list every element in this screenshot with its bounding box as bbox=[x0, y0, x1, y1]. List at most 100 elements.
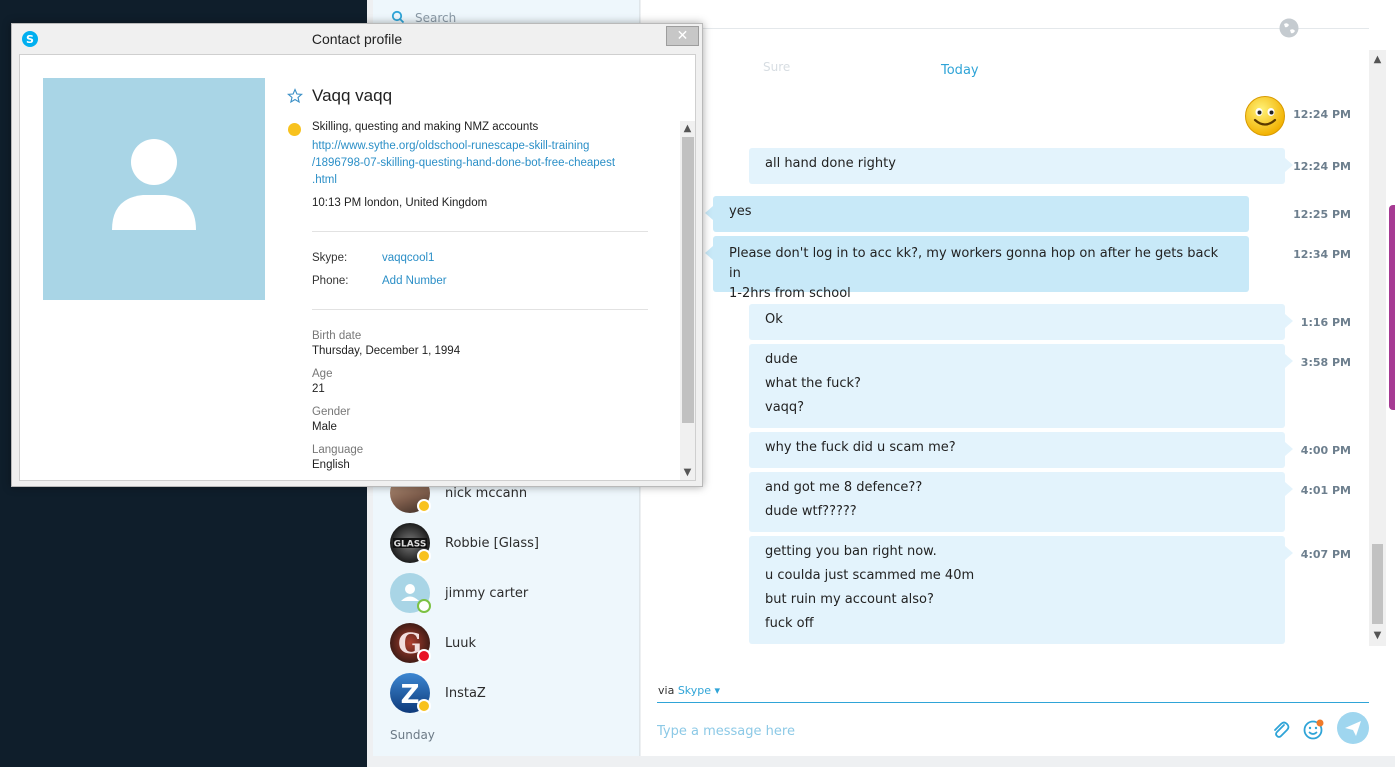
message-bubble-mine: and got me 8 defence?? dude wtf????? bbox=[749, 472, 1293, 532]
age-value: 21 bbox=[312, 383, 325, 395]
chevron-down-icon[interactable]: ▾ bbox=[715, 684, 721, 697]
away-status-icon bbox=[417, 699, 431, 713]
message-text: what the fuck? bbox=[765, 376, 861, 391]
message-timestamp: 3:58 PM bbox=[1300, 356, 1351, 369]
scrollbar-thumb[interactable] bbox=[1372, 544, 1383, 624]
message-timestamp: 4:00 PM bbox=[1300, 444, 1351, 457]
via-service-name[interactable]: Skype bbox=[678, 684, 711, 697]
message-bubble-mine: all hand done righty bbox=[749, 148, 1293, 184]
age-label: Age bbox=[312, 368, 333, 380]
message-text: dude wtf????? bbox=[765, 504, 857, 519]
contact-profile-dialog: S Contact profile ✕ Vaqq vaqq Skilling, … bbox=[11, 23, 703, 487]
favorite-star-icon[interactable] bbox=[287, 88, 303, 104]
message-text: and got me 8 defence?? bbox=[765, 480, 923, 495]
contact-item-jimmy-carter[interactable]: jimmy carter bbox=[373, 568, 640, 618]
via-prefix: via bbox=[658, 684, 675, 697]
birth-date-value: Thursday, December 1, 1994 bbox=[312, 345, 461, 357]
message-timestamp: 4:01 PM bbox=[1300, 484, 1351, 497]
language-label: Language bbox=[312, 444, 364, 456]
gender-value: Male bbox=[312, 421, 337, 433]
message-text: dude bbox=[765, 352, 798, 367]
away-status-icon bbox=[417, 499, 431, 513]
svg-text:GLASS: GLASS bbox=[394, 540, 427, 550]
smile-emoticon-icon bbox=[1245, 96, 1285, 136]
skype-label: Skype: bbox=[312, 252, 348, 264]
gender-label: Gender bbox=[312, 406, 351, 418]
message-text: Ok bbox=[765, 312, 783, 327]
phone-label: Phone: bbox=[312, 275, 349, 287]
default-user-icon bbox=[112, 139, 196, 230]
scroll-up-arrow-icon[interactable]: ▲ bbox=[1372, 54, 1383, 66]
busy-status-icon bbox=[417, 649, 431, 663]
compose-divider bbox=[657, 702, 1369, 703]
skype-name-link[interactable]: vaqqcool1 bbox=[382, 252, 434, 264]
message-bubble-theirs: yes bbox=[705, 196, 1249, 232]
message-timestamp: 4:07 PM bbox=[1300, 548, 1351, 561]
send-button[interactable] bbox=[1337, 712, 1369, 744]
message-text: 1-2hrs from school bbox=[729, 286, 851, 301]
message-timestamp: 1:16 PM bbox=[1300, 316, 1351, 329]
profile-name: Vaqq vaqq bbox=[312, 86, 393, 105]
message-input[interactable] bbox=[657, 718, 1237, 744]
side-panel-edge bbox=[1389, 205, 1395, 410]
message-timestamp: 12:24 PM bbox=[1293, 108, 1351, 121]
emoticon-picker-icon[interactable] bbox=[1303, 718, 1325, 740]
away-status-icon bbox=[288, 123, 301, 136]
add-number-link[interactable]: Add Number bbox=[382, 275, 447, 287]
recent-section-label: Sunday bbox=[390, 728, 435, 742]
local-time: 10:13 PM london, United Kingdom bbox=[312, 197, 488, 209]
mood-message: Skilling, questing and making NMZ accoun… bbox=[312, 121, 539, 133]
message-bubble-mine: why the fuck did u scam me? bbox=[749, 432, 1293, 468]
message-timestamp: 12:34 PM bbox=[1293, 248, 1351, 261]
scroll-up-arrow-icon[interactable]: ▲ bbox=[682, 123, 693, 135]
language-value: English bbox=[312, 459, 350, 471]
away-status-icon bbox=[417, 549, 431, 563]
dialog-title-bar[interactable]: S Contact profile ✕ bbox=[12, 24, 702, 54]
contact-name: InstaZ bbox=[445, 686, 486, 701]
message-text: fuck off bbox=[765, 616, 814, 631]
message-text: but ruin my account also? bbox=[765, 592, 934, 607]
contact-item-luuk[interactable]: G Luuk bbox=[373, 618, 640, 668]
message-text: getting you ban right now. bbox=[765, 544, 937, 559]
birth-date-label: Birth date bbox=[312, 330, 362, 342]
search-icon bbox=[391, 10, 405, 24]
close-button[interactable]: ✕ bbox=[666, 26, 699, 46]
link-text[interactable]: /1896798-07-skilling-questing-hand-done-… bbox=[312, 155, 652, 172]
scroll-down-arrow-icon[interactable]: ▼ bbox=[1372, 630, 1383, 642]
message-bubble-theirs: Please don't log in to acc kk?, my worke… bbox=[705, 236, 1249, 301]
dialog-title: Contact profile bbox=[311, 31, 403, 47]
message-text: u coulda just scammed me 40m bbox=[765, 568, 975, 583]
link-text[interactable]: .html bbox=[312, 172, 652, 189]
contact-item-robbie-glass[interactable]: GLASS Robbie [Glass] bbox=[373, 518, 640, 568]
profile-content: Vaqq vaqq Skilling, questing and making … bbox=[19, 54, 696, 481]
globe-icon[interactable] bbox=[1278, 17, 1300, 39]
contact-name: Luuk bbox=[445, 636, 477, 651]
profile-scrollbar[interactable]: ▲ ▼ bbox=[680, 121, 695, 480]
message-bubble-mine: getting you ban right now. u coulda just… bbox=[749, 536, 1293, 644]
message-bubble-mine: Ok bbox=[749, 304, 1293, 340]
contact-name: jimmy carter bbox=[445, 586, 529, 601]
send-arrow-icon bbox=[1345, 721, 1361, 736]
message-text: all hand done righty bbox=[765, 156, 896, 171]
day-divider: Today bbox=[941, 63, 979, 78]
faded-message-text: Sure bbox=[763, 60, 791, 74]
scrollbar-thumb[interactable] bbox=[682, 137, 694, 423]
contact-item-instaz[interactable]: Z InstaZ bbox=[373, 668, 640, 718]
via-service-selector[interactable]: via Skype ▾ bbox=[658, 684, 720, 697]
paperclip-icon[interactable] bbox=[1269, 719, 1291, 741]
contact-name: nick mccann bbox=[445, 486, 528, 501]
message-timestamp: 12:24 PM bbox=[1293, 160, 1351, 173]
message-text: yes bbox=[729, 204, 752, 219]
divider bbox=[312, 309, 648, 310]
scroll-down-arrow-icon[interactable]: ▼ bbox=[682, 467, 693, 479]
message-text: why the fuck did u scam me? bbox=[765, 440, 956, 455]
message-text: Please don't log in to acc kk?, my worke… bbox=[729, 246, 1219, 281]
chat-header bbox=[641, 0, 1369, 29]
link-text[interactable]: http://www.sythe.org/oldschool-runescape… bbox=[312, 138, 652, 155]
message-text: vaqq? bbox=[765, 400, 805, 415]
mood-link[interactable]: http://www.sythe.org/oldschool-runescape… bbox=[312, 138, 652, 189]
close-icon: ✕ bbox=[676, 28, 689, 44]
chat-scrollbar[interactable]: ▲ ▼ bbox=[1369, 50, 1386, 646]
divider bbox=[312, 231, 648, 232]
profile-avatar bbox=[43, 78, 265, 300]
